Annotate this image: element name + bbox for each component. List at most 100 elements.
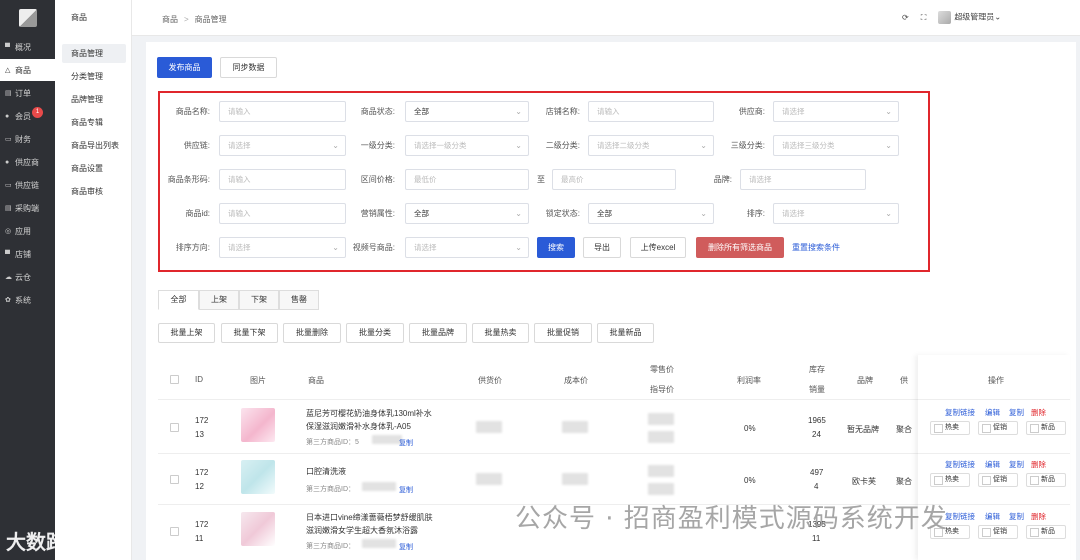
chevron-down-icon: ⌄: [994, 12, 1002, 22]
product-title[interactable]: 口腔清洗液: [306, 466, 346, 477]
sub-item-category[interactable]: 分类管理: [62, 67, 126, 86]
row-checkbox[interactable]: [170, 475, 179, 484]
edit-action[interactable]: 编辑: [985, 511, 1000, 522]
sort-select[interactable]: 请选择 ⌄: [773, 203, 899, 224]
row-checkbox[interactable]: [170, 527, 179, 536]
category3-select[interactable]: 请选择三级分类 ⌄: [773, 135, 899, 156]
redacted-value: [648, 431, 674, 443]
barcode-input[interactable]: 请输入: [219, 169, 346, 190]
batch-category-button[interactable]: 批量分类: [346, 323, 404, 343]
sub-item-review[interactable]: 商品审核: [62, 182, 126, 201]
tab-all[interactable]: 全部: [158, 290, 199, 310]
edit-action[interactable]: 编辑: [985, 407, 1000, 418]
product-name-input[interactable]: 请输入: [219, 101, 346, 122]
batch-off-shelf-button[interactable]: 批量下架: [221, 323, 278, 343]
nav-item-finance[interactable]: ▭ 财务: [0, 128, 55, 150]
delete-action[interactable]: 删除: [1031, 459, 1046, 470]
edit-action[interactable]: 编辑: [985, 459, 1000, 470]
product-thumbnail[interactable]: [241, 512, 275, 546]
nav-item-store[interactable]: ▀ 店铺: [0, 243, 55, 265]
search-button[interactable]: 搜索: [537, 237, 575, 258]
sub-item-album[interactable]: 商品专辑: [62, 113, 126, 132]
copy-id-link[interactable]: 复制: [399, 438, 413, 448]
tab-on-shelf[interactable]: 上架: [199, 290, 239, 310]
new-checkbox[interactable]: 新品: [1026, 421, 1066, 435]
hot-checkbox[interactable]: 热卖: [930, 473, 970, 487]
promo-checkbox[interactable]: 促销: [978, 525, 1018, 539]
delete-action[interactable]: 删除: [1031, 407, 1046, 418]
copy-link-action[interactable]: 复制链接: [945, 511, 975, 522]
dashboard-icon: ▀: [5, 43, 10, 51]
nav-item-settings[interactable]: ✿ 系统: [0, 289, 55, 311]
new-checkbox[interactable]: 新品: [1026, 473, 1066, 487]
tab-off-shelf[interactable]: 下架: [239, 290, 279, 310]
product-title[interactable]: 日本进口vine缔漾蔷薇梧梦舒缓肌肤: [306, 512, 433, 523]
status-select[interactable]: 全部 ⌄: [405, 101, 529, 122]
nav-item-chain[interactable]: ▭ 供应链: [0, 174, 55, 196]
chain-select[interactable]: 请选择 ⌄: [219, 135, 346, 156]
row-checkbox[interactable]: [170, 423, 179, 432]
copy-action[interactable]: 复制: [1009, 511, 1024, 522]
max-price-input[interactable]: 最高价: [552, 169, 676, 190]
upload-excel-button[interactable]: 上传excel: [630, 237, 686, 258]
video-product-select[interactable]: 请选择 ⌄: [405, 237, 529, 258]
promo-checkbox[interactable]: 促销: [978, 473, 1018, 487]
supplier-select[interactable]: 请选择 ⌄: [773, 101, 899, 122]
nav-item-order[interactable]: ▤ 订单: [0, 82, 55, 104]
promo-checkbox[interactable]: 促销: [978, 421, 1018, 435]
hot-checkbox[interactable]: 热卖: [930, 421, 970, 435]
nav-item-member[interactable]: ● 会员 1: [0, 105, 55, 127]
copy-id-link[interactable]: 复制: [399, 485, 413, 495]
nav-item-bag[interactable]: △ 商品: [0, 59, 55, 81]
delete-filtered-button[interactable]: 删除所有筛选商品: [696, 237, 784, 258]
publish-button[interactable]: 发布商品: [157, 57, 212, 78]
filter-label: 供应商:: [738, 107, 765, 116]
nav-item-cloud[interactable]: ☁ 云仓: [0, 266, 55, 288]
col-guide-price: 指导价: [650, 385, 674, 394]
batch-delete-button[interactable]: 批量删除: [283, 323, 341, 343]
product-title-2[interactable]: 滋润嫩滑女学生超大香氛沐浴露: [306, 525, 418, 536]
nav-item-purchase[interactable]: ▤ 采购端: [0, 197, 55, 219]
nav-item-supplier[interactable]: ● 供应商: [0, 151, 55, 173]
nav-item-app[interactable]: ◎ 应用: [0, 220, 55, 242]
reset-search-link[interactable]: 重置搜索条件: [792, 242, 840, 253]
product-thumbnail[interactable]: [241, 408, 275, 442]
sub-item-export-list[interactable]: 商品导出列表: [62, 136, 126, 155]
new-checkbox[interactable]: 新品: [1026, 525, 1066, 539]
store-name-input[interactable]: 请输入: [588, 101, 714, 122]
lock-status-select[interactable]: 全部 ⌄: [588, 203, 714, 224]
min-price-input[interactable]: 最低价: [405, 169, 529, 190]
product-id-input[interactable]: 请输入: [219, 203, 346, 224]
sub-item-settings[interactable]: 商品设置: [62, 159, 126, 178]
copy-link-action[interactable]: 复制链接: [945, 459, 975, 470]
marketing-select[interactable]: 全部 ⌄: [405, 203, 529, 224]
copy-action[interactable]: 复制: [1009, 459, 1024, 470]
delete-action[interactable]: 删除: [1031, 511, 1046, 522]
tab-sold-out[interactable]: 售罄: [279, 290, 319, 310]
product-title-2[interactable]: 保湿滋润嫩滑补水身体乳-A05: [306, 421, 411, 432]
sub-item-brand[interactable]: 品牌管理: [62, 90, 126, 109]
refresh-icon[interactable]: ⟳: [902, 13, 909, 22]
select-all-checkbox[interactable]: [170, 375, 179, 384]
batch-new-button[interactable]: 批量新品: [597, 323, 654, 343]
copy-link-action[interactable]: 复制链接: [945, 407, 975, 418]
copy-id-link[interactable]: 复制: [399, 542, 413, 552]
category1-select[interactable]: 请选择一级分类 ⌄: [405, 135, 529, 156]
copy-action[interactable]: 复制: [1009, 407, 1024, 418]
batch-hot-button[interactable]: 批量热卖: [472, 323, 529, 343]
category2-select[interactable]: 请选择二级分类 ⌄: [588, 135, 714, 156]
sync-button[interactable]: 同步数据: [220, 57, 277, 78]
breadcrumb-item[interactable]: 商品: [162, 15, 178, 24]
product-thumbnail[interactable]: [241, 460, 275, 494]
fullscreen-icon[interactable]: ⛶: [921, 13, 927, 23]
brand-select[interactable]: 请选择: [740, 169, 866, 190]
product-title[interactable]: 蓝尼芳可樱花奶油身体乳130ml补水: [306, 408, 432, 419]
user-menu[interactable]: 超级管理员⌄: [938, 11, 1001, 24]
nav-item-dashboard[interactable]: ▀ 概况: [0, 36, 55, 58]
batch-brand-button[interactable]: 批量品牌: [409, 323, 467, 343]
export-button[interactable]: 导出: [583, 237, 621, 258]
batch-on-shelf-button[interactable]: 批量上架: [158, 323, 215, 343]
sort-direction-select[interactable]: 请选择 ⌄: [219, 237, 346, 258]
batch-promo-button[interactable]: 批量促销: [534, 323, 592, 343]
sub-item-product-manage[interactable]: 商品管理: [62, 44, 126, 63]
